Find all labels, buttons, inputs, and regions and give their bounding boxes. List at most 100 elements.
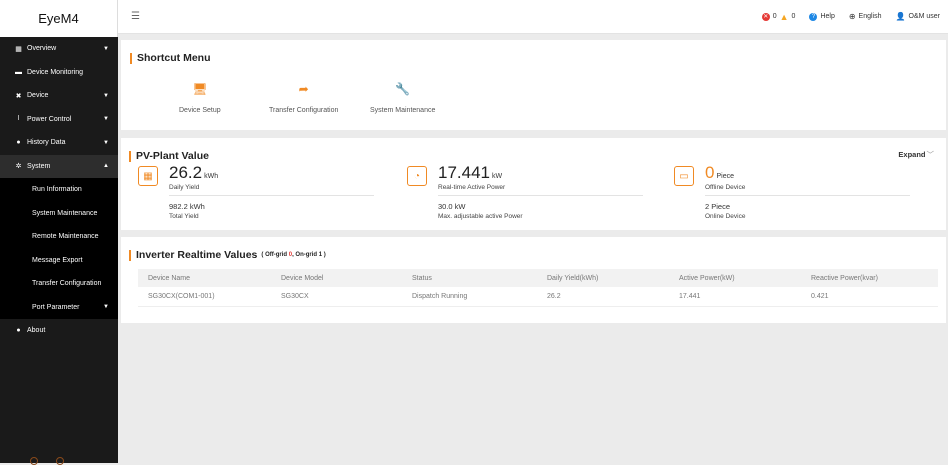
sidebar-nav: ▦ Overview ▼ ▬ Device Monitoring ✖ Devic… [0, 37, 118, 343]
metric-number: 17.441 [438, 163, 490, 182]
column-header: Active Power(kW) [669, 269, 801, 287]
metric-unit: Piece [716, 173, 734, 180]
metric-number: 0 [705, 163, 715, 182]
table-cell: 0.421 [801, 287, 938, 307]
top-bar: ☰ ✕ 0 ▲ 0 ? Help ⊕ English 👤 O&M user [118, 0, 948, 34]
help-label: Help [820, 13, 835, 20]
language-label: English [858, 13, 882, 20]
sidebar-item-label: History Data [27, 139, 66, 147]
tools-icon: ✖ [15, 92, 22, 100]
expand-button[interactable]: Expand﹀ [898, 149, 934, 160]
sidebar-item-history-data[interactable]: ● History Data ▼ [0, 131, 118, 155]
fault-icon: ✕ [761, 12, 770, 21]
sidebar-subitem-label: Port Parameter [32, 303, 80, 311]
sidebar-subitem-system-maintenance[interactable]: System Maintenance [0, 202, 118, 226]
sidebar-item-device[interactable]: ✖ Device ▼ [0, 84, 118, 108]
inverter-realtime-card: Inverter Realtime Values ( Off-grid 0, O… [121, 237, 946, 323]
pv-plant-card: PV-Plant Value Expand﹀ ▦ 26.2 kWh Daily Y… [121, 138, 946, 230]
sidebar-item-about[interactable]: ● About [0, 319, 118, 343]
shortcut-menu-card: Shortcut Menu 🖥 Device Setup ➦ Transfer … [121, 40, 946, 130]
gauge-icon: ◔ [407, 166, 427, 186]
sidebar: EyeM4 ▦ Overview ▼ ▬ Device Monitoring ✖… [0, 0, 118, 465]
sidebar-item-device-monitoring[interactable]: ▬ Device Monitoring [0, 61, 118, 85]
metric-secondary-label: Online Device [705, 213, 746, 220]
top-bar-right: ✕ 0 ▲ 0 ? Help ⊕ English 👤 O&M user [761, 12, 940, 22]
note-text: , On-grid [292, 252, 319, 258]
column-header: Reactive Power(kvar) [801, 269, 938, 287]
metric-unit: kW [492, 173, 503, 180]
column-header: Status [402, 269, 537, 287]
sidebar-item-label: Overview [27, 45, 57, 53]
shortcut-label: System Maintenance [370, 107, 436, 114]
inverter-table: Device Name Device Model Status Daily Yi… [138, 269, 938, 307]
grid-icon: ▦ [15, 45, 22, 53]
title-accent-bar [129, 249, 131, 261]
title-accent-bar [130, 52, 132, 64]
column-header: Device Model [271, 269, 402, 287]
grid-status-note: ( Off-grid 0, On-grid 1 ) [261, 252, 325, 258]
chevron-down-icon: ▼ [103, 139, 109, 146]
metric-secondary-value: 30.0 kW [438, 202, 466, 211]
chevron-down-icon: ▼ [103, 304, 109, 311]
chevron-down-icon: ▼ [103, 116, 109, 123]
help-icon: ? [809, 12, 818, 21]
inverter-title: Inverter Realtime Values [136, 249, 258, 261]
solar-panel-icon: ▦ [138, 166, 158, 186]
shortcut-label: Device Setup [179, 107, 221, 114]
language-selector[interactable]: ⊕ English [849, 12, 882, 21]
table-cell: 26.2 [537, 287, 669, 307]
monitor-icon: 🖥 [192, 82, 208, 96]
metric-secondary-label: Max. adjustable active Power [438, 213, 523, 220]
shortcut-device-setup[interactable]: 🖥 Device Setup [179, 82, 221, 114]
help-link[interactable]: ? Help [809, 12, 835, 21]
sidebar-item-overview[interactable]: ▦ Overview ▼ [0, 37, 118, 61]
monitor-icon: ▬ [15, 68, 22, 76]
shortcut-label: Transfer Configuration [269, 107, 339, 114]
note-text: ) [322, 252, 326, 258]
table-cell: SG30CX(COM1-001) [138, 287, 271, 307]
sidebar-subitem-remote-maintenance[interactable]: Remote Maintenance [0, 225, 118, 249]
sidebar-subitem-run-information[interactable]: Run Information [0, 178, 118, 202]
sidebar-subitem-message-export[interactable]: Message Export [0, 249, 118, 273]
card-title: Inverter Realtime Values ( Off-grid 0, O… [129, 249, 326, 261]
sidebar-item-system[interactable]: ✲ System ▲ [0, 154, 118, 178]
shortcut-title: Shortcut Menu [137, 52, 211, 64]
sidebar-submenu-system: Run Information System Maintenance Remot… [0, 178, 118, 319]
user-label: O&M user [908, 13, 940, 20]
title-accent-bar [129, 150, 131, 162]
chevron-up-icon: ▲ [103, 163, 109, 170]
sidebar-subitem-label: Remote Maintenance [32, 233, 99, 241]
metric-label: Daily Yield [169, 184, 200, 191]
metric-unit: kWh [204, 173, 219, 180]
history-icon: ● [16, 139, 21, 147]
fault-indicator[interactable]: ✕ 0 ▲ 0 [761, 12, 796, 22]
sidebar-subitem-transfer-configuration[interactable]: Transfer Configuration [0, 272, 118, 296]
metric-value: 17.441 kW [438, 163, 502, 183]
sidebar-item-label: System [27, 162, 51, 170]
menu-toggle-icon[interactable]: ☰ [131, 11, 140, 22]
user-menu[interactable]: 👤 O&M user [896, 12, 940, 21]
divider [438, 195, 643, 196]
sidebar-subitem-port-parameter[interactable]: Port Parameter ▼ [0, 296, 118, 320]
alarm-count: 0 [791, 13, 796, 20]
note-text: ( Off-grid [261, 252, 289, 258]
metric-value: 0 Piece [705, 163, 734, 183]
globe-icon: ⊕ [848, 12, 856, 21]
expand-label: Expand [898, 150, 926, 159]
table-cell: Dispatch Running [402, 287, 537, 307]
card-title: PV-Plant Value [129, 150, 209, 162]
metric-label: Real-time Active Power [438, 184, 506, 191]
table-row[interactable]: SG30CX(COM1-001) SG30CX Dispatch Running… [138, 287, 938, 307]
chevron-down-icon: ﹀ [926, 150, 935, 159]
column-header: Device Name [138, 269, 271, 287]
shortcut-system-maintenance[interactable]: 🔧 System Maintenance [370, 82, 435, 114]
user-icon: 👤 [895, 12, 906, 21]
table-cell: SG30CX [271, 287, 402, 307]
sidebar-item-power-control[interactable]: ⏽ Power Control ▼ [0, 108, 118, 132]
monitor-icon: ▭ [674, 166, 694, 186]
metric-number: 26.2 [169, 163, 203, 182]
divider [705, 195, 910, 196]
shortcut-transfer-configuration[interactable]: ➦ Transfer Configuration [269, 82, 338, 114]
table-header-row: Device Name Device Model Status Daily Yi… [138, 269, 938, 287]
sidebar-item-label: About [27, 327, 46, 335]
